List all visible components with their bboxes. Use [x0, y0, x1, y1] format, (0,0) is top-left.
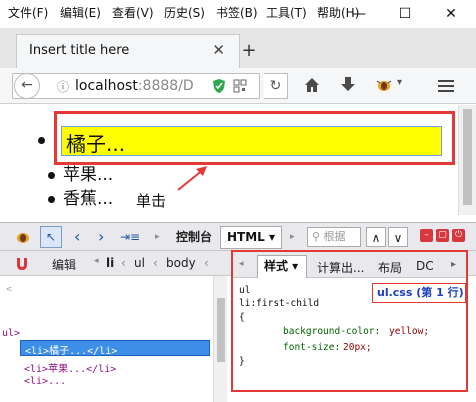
- scrollbar-thumb[interactable]: [463, 109, 472, 205]
- back-button[interactable]: ←: [14, 73, 40, 99]
- devtools-close-button[interactable]: ⏻: [452, 229, 465, 242]
- list-item[interactable]: 香蕉...: [63, 184, 113, 209]
- breadcrumb-separator-icon: ‹: [121, 256, 126, 270]
- toolbar-separator: ▸: [155, 232, 160, 242]
- tab-close-icon[interactable]: ✕: [212, 41, 225, 59]
- annotation-arrow-icon: [177, 166, 207, 191]
- tree-node-li[interactable]: <li>...: [24, 376, 66, 387]
- tab-title: Insert title here: [29, 43, 130, 58]
- annotation-box: [54, 111, 455, 165]
- css-property[interactable]: font-size:: [283, 342, 340, 353]
- tab-style[interactable]: 样式 ▾: [257, 255, 307, 278]
- list-bullet: [48, 196, 55, 203]
- nav-forward-icon[interactable]: ›: [98, 227, 104, 247]
- search-icon: ⚲: [312, 230, 324, 243]
- home-icon[interactable]: [303, 76, 321, 94]
- firebug-dropdown-icon[interactable]: ▾: [397, 77, 402, 88]
- nav-back-icon[interactable]: ‹: [74, 227, 80, 247]
- tree-node-text: <li>橘子...</li>: [25, 346, 118, 357]
- css-open-brace: {: [239, 312, 245, 323]
- tab-dom[interactable]: DC: [416, 259, 434, 273]
- search-next-button[interactable]: ∨: [388, 227, 408, 247]
- annotation-label: 单击: [136, 192, 167, 210]
- menu-history[interactable]: 历史(S): [164, 4, 205, 21]
- navigation-bar: ⓘ localhost:8888/D ← ↻ ▾: [0, 68, 476, 104]
- inspect-element-icon[interactable]: ↖: [40, 226, 62, 248]
- step-icon[interactable]: ⇥≡: [120, 227, 140, 247]
- page-scrollbar[interactable]: [458, 105, 476, 215]
- list-bullet: [38, 137, 45, 144]
- firebug-icon[interactable]: [14, 229, 32, 245]
- side-tabs-right-icon[interactable]: ▸: [451, 259, 456, 270]
- html-tree-panel: < ul> <li>橘子...</li> <li>苹果...</li> <li>…: [0, 276, 213, 402]
- css-property[interactable]: background-color:: [283, 326, 380, 337]
- menu-bookmarks[interactable]: 书签(B): [216, 4, 258, 21]
- qr-code-icon[interactable]: [233, 79, 247, 93]
- menu-hamburger-icon[interactable]: [437, 78, 455, 94]
- download-icon[interactable]: [340, 76, 356, 94]
- scrollbar-thumb[interactable]: [217, 298, 225, 362]
- search-input[interactable]: ⚲ 根据: [307, 227, 361, 247]
- edit-button[interactable]: 编辑: [52, 256, 76, 273]
- search-prev-button[interactable]: ∧: [366, 227, 386, 247]
- tree-line[interactable]: <: [6, 284, 12, 295]
- side-panel-tabs: ◂ 样式 ▾ 计算出... 布局 DC ▸: [233, 252, 466, 278]
- tree-node-selected[interactable]: <li>橘子...</li>: [20, 340, 210, 357]
- tree-node-ul[interactable]: ul>: [2, 328, 20, 339]
- css-value[interactable]: 20px;: [343, 342, 372, 353]
- breadcrumb-separator-icon: ‹: [204, 256, 209, 270]
- side-tabs-left-icon[interactable]: ◂: [239, 259, 244, 269]
- breadcrumb-body[interactable]: body: [166, 256, 196, 270]
- refresh-button[interactable]: ↻: [264, 73, 288, 99]
- magnet-icon[interactable]: [14, 256, 30, 272]
- tab-console[interactable]: 控制台: [176, 227, 212, 247]
- url-text[interactable]: localhost:8888/D: [75, 78, 194, 94]
- menu-file[interactable]: 文件(F): [8, 4, 48, 21]
- devtools-minimize-button[interactable]: –: [420, 229, 433, 242]
- breadcrumb-li[interactable]: li: [106, 256, 114, 270]
- css-close-brace: }: [239, 356, 245, 367]
- css-file-link[interactable]: ul.css (第 1 行): [372, 283, 466, 303]
- minimize-button[interactable]: —: [336, 0, 382, 28]
- menu-tools[interactable]: 工具(T): [266, 4, 307, 21]
- devtools-toolbar: ↖ ‹ › ⇥≡ ▸ 控制台 HTML ▾ ▸ ⚲ 根据 ∧ ∨ – ▢ ⏻: [0, 222, 476, 250]
- shield-icon[interactable]: [212, 78, 226, 94]
- css-selector: li:first-child: [239, 298, 320, 309]
- tree-scrollbar[interactable]: [213, 276, 227, 402]
- toolbar-separator: ▸: [290, 232, 295, 242]
- url-port: :8888/D: [137, 78, 194, 94]
- firebug-icon[interactable]: [375, 77, 393, 93]
- css-value[interactable]: yellow;: [389, 326, 429, 337]
- new-tab-button[interactable]: +: [236, 40, 262, 64]
- url-host: localhost: [75, 78, 138, 94]
- tab-computed[interactable]: 计算出...: [317, 259, 364, 276]
- tab-html[interactable]: HTML ▾: [220, 226, 282, 249]
- tab-layout[interactable]: 布局: [378, 259, 402, 276]
- maximize-button[interactable]: ☐: [382, 0, 428, 28]
- tree-node-li[interactable]: <li>苹果...</li>: [24, 360, 116, 375]
- tab-strip: Insert title here ✕ +: [0, 28, 476, 68]
- tab-active[interactable]: Insert title here ✕: [16, 34, 240, 68]
- breadcrumb-ul[interactable]: ul: [134, 256, 145, 270]
- list-bullet: [48, 172, 55, 179]
- menu-view[interactable]: 查看(V): [112, 4, 154, 21]
- breadcrumb-separator-icon: ‹: [153, 256, 158, 270]
- devtools-detach-button[interactable]: ▢: [436, 229, 449, 242]
- css-rules-area: ul li:first-child { background-color: ye…: [233, 279, 466, 390]
- css-selector: ul: [239, 285, 251, 296]
- close-window-button[interactable]: ✕: [428, 0, 474, 28]
- search-placeholder: 根据: [323, 230, 346, 243]
- menu-edit[interactable]: 编辑(E): [60, 4, 101, 21]
- info-icon[interactable]: ⓘ: [57, 78, 69, 95]
- style-panel: ◂ 样式 ▾ 计算出... 布局 DC ▸ ul li:first-child …: [231, 250, 468, 392]
- breadcrumb-left-icon[interactable]: ◂: [94, 256, 99, 266]
